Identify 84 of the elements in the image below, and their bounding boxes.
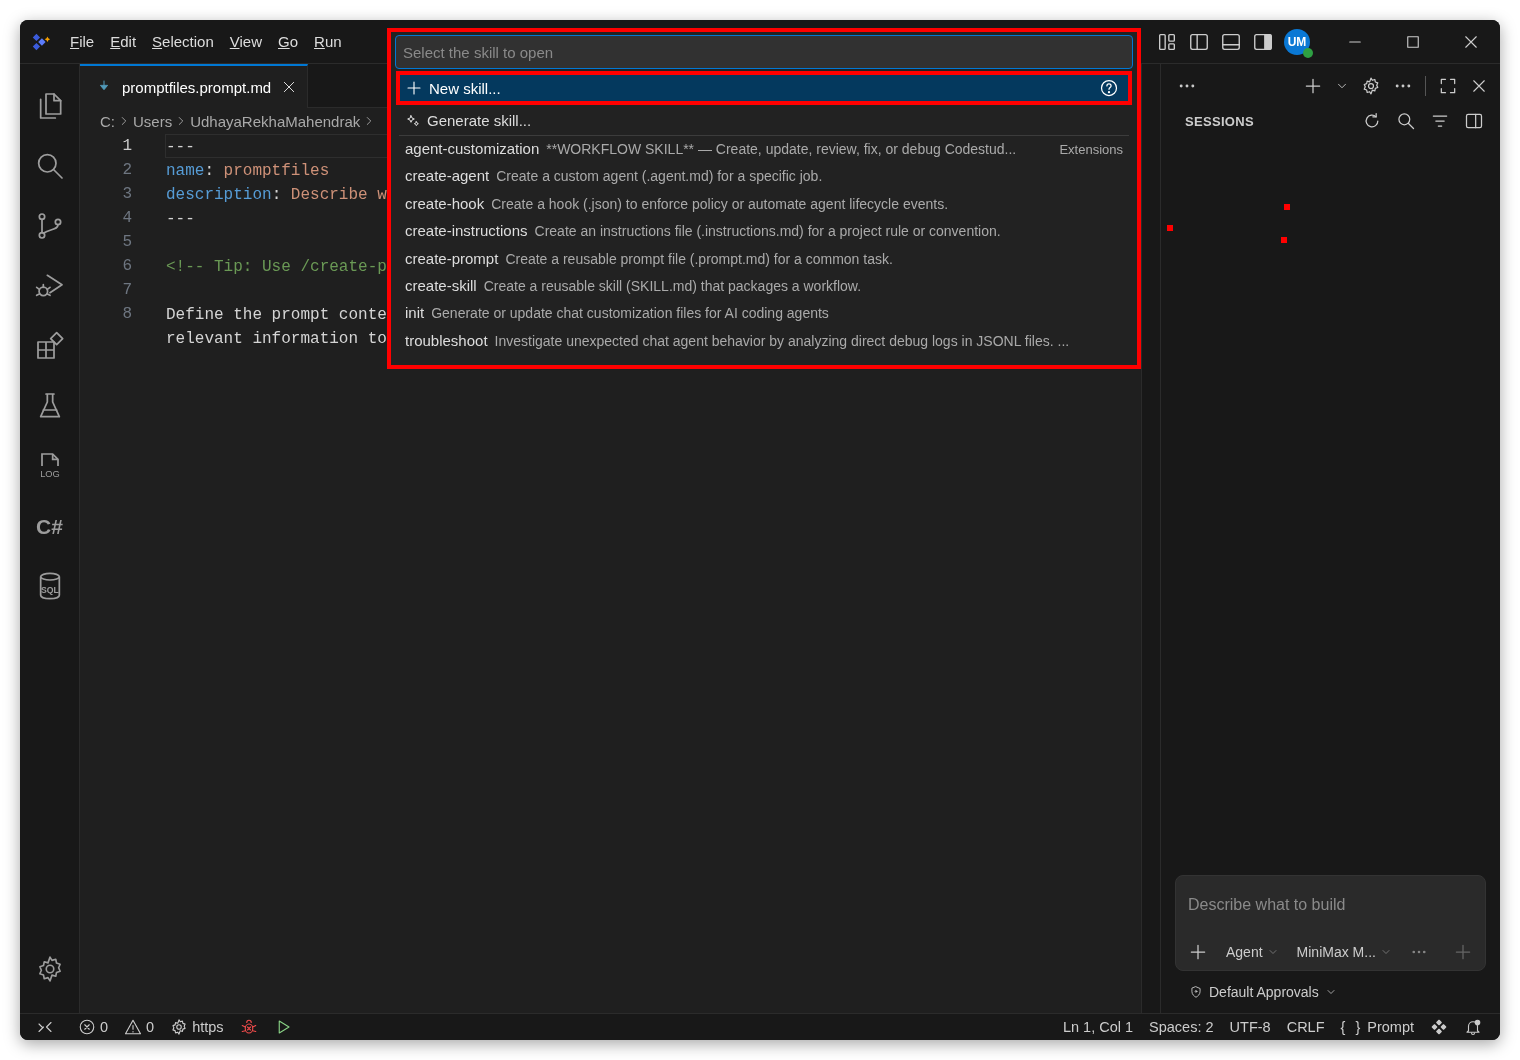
shield-icon <box>1189 985 1203 999</box>
code-token: : <box>271 186 283 204</box>
status-item[interactable]: UTF-8 <box>1221 1019 1279 1035</box>
status-item[interactable]: Ln 1, Col 1 <box>1054 1019 1142 1035</box>
language-mode[interactable]: { } Prompt <box>1332 1019 1422 1035</box>
menu-item[interactable]: View <box>223 29 268 54</box>
help-icon[interactable] <box>1099 78 1119 98</box>
chat-input[interactable]: Describe what to build Agent MiniMax M... <box>1175 875 1486 971</box>
plus-icon[interactable] <box>1303 76 1323 96</box>
gear-icon <box>170 1018 189 1036</box>
close-icon[interactable] <box>1470 77 1488 95</box>
status-item[interactable]: https <box>162 1018 232 1036</box>
skill-name[interactable]: create-hook <box>405 194 485 212</box>
line-number: 1 <box>121 136 132 157</box>
tab-label: promptfiles.prompt.md <box>122 78 272 96</box>
menu-item[interactable]: File <box>64 29 101 54</box>
settings-icon[interactable] <box>1361 76 1381 96</box>
code-token: Describe w <box>290 186 387 204</box>
line-number: 3 <box>121 184 132 205</box>
breadcrumb-item[interactable]: C: <box>100 112 115 130</box>
sparkle-icon <box>405 112 421 129</box>
code-token: name <box>166 162 205 180</box>
skill-description: Create a hook (.json) to enforce policy or automate agent lifecycle events. <box>491 195 950 212</box>
skill-name[interactable]: init <box>405 304 425 322</box>
skill-description: Investigate unexpected chat agent behavior by analyzing direct debug logs in JSONL files. ... <box>494 332 1071 349</box>
code-token: <!-- Tip: Use /create-p <box>166 258 387 276</box>
skill-name[interactable]: create-prompt <box>405 249 499 267</box>
status-item[interactable]: CRLF <box>1278 1019 1333 1035</box>
bug-icon[interactable] <box>239 1018 258 1036</box>
status-item[interactable]: Spaces: 2 <box>1141 1019 1222 1035</box>
search-field[interactable]: Select the skill to open <box>395 35 1133 69</box>
skill-name[interactable]: create-skill <box>405 276 477 294</box>
menu-item[interactable]: Edit <box>104 29 143 54</box>
online-status-icon <box>1303 47 1313 58</box>
skill-description: Generate or update chat customization files for AI coding agents <box>431 305 830 322</box>
code-token: : <box>204 162 215 180</box>
fullscreen-icon[interactable] <box>1438 76 1458 96</box>
line-number: 2 <box>121 160 132 181</box>
skill-name[interactable]: troubleshoot <box>405 331 488 349</box>
line-number: 4 <box>121 208 132 229</box>
source-label: Extensions <box>1059 142 1123 157</box>
editor-tab[interactable]: promptfiles.prompt.md <box>80 64 309 108</box>
skill-description: Create a reusable skill (SKILL.md) that packages a workflow. <box>483 277 863 294</box>
line-number: 5 <box>121 232 132 253</box>
warning-icon <box>124 1018 143 1036</box>
error-icon <box>78 1018 96 1036</box>
skill-description: Create an instructions file (.instructions.md) for a project rule or convention. <box>534 223 1002 240</box>
menu-item[interactable]: Selection <box>146 29 220 54</box>
warnings-indicator[interactable]: 0 <box>116 1018 163 1036</box>
notification-bell-icon[interactable] <box>1464 1018 1482 1036</box>
mode-picker[interactable]: Agent <box>1226 944 1279 960</box>
model-picker[interactable]: MiniMax M... <box>1296 944 1392 960</box>
code-token: --- <box>166 210 195 228</box>
quick-pick-action[interactable]: Generate skill... <box>395 106 1133 135</box>
code-token: --- <box>166 138 195 156</box>
approvals-picker[interactable]: Default Approvals <box>1161 971 1500 1013</box>
menu-item[interactable]: Go <box>272 29 305 54</box>
attach-plus-icon[interactable] <box>1188 942 1208 962</box>
code-token: description <box>166 186 272 204</box>
plus-icon <box>405 79 423 97</box>
panel-toggle-icon[interactable] <box>1464 111 1484 131</box>
copilot-icon[interactable] <box>1430 1018 1448 1036</box>
search-icon[interactable] <box>1396 111 1416 131</box>
line-number: 6 <box>121 256 132 277</box>
skill-name[interactable]: agent-customization <box>405 140 540 157</box>
line-number: 7 <box>121 280 132 301</box>
code-token: promptfiles <box>223 162 330 180</box>
skill-name[interactable]: create-instructions <box>405 222 528 240</box>
menu-item[interactable]: Run <box>308 29 348 54</box>
breadcrumb-item[interactable]: UdhayaRekhaMahendrak <box>190 112 361 130</box>
approvals-label: Default Approvals <box>1209 984 1319 1000</box>
quick-pick-action[interactable]: New skill... <box>399 74 1129 102</box>
errors-indicator[interactable]: 0 <box>70 1018 117 1036</box>
panel-title: SESSIONS <box>1185 113 1255 129</box>
skill-name[interactable]: create-agent <box>405 167 490 185</box>
user-avatar[interactable]: UM <box>1284 28 1310 55</box>
code-token: Define the prompt conte <box>166 306 387 324</box>
code-token: relevant information to <box>166 330 387 348</box>
breadcrumb-item[interactable]: Users <box>133 112 173 130</box>
line-number: 8 <box>121 304 132 325</box>
skill-description: Create a custom agent (.agent.md) for a specific job. <box>496 168 824 185</box>
skill-description: **WORKFLOW SKILL** — Create, update, review, fix, or debug Codestud... <box>546 141 1018 157</box>
skill-description: Create a reusable prompt file (.prompt.md) for a common task. <box>505 250 894 267</box>
csharp-icon[interactable]: C# <box>36 515 63 537</box>
